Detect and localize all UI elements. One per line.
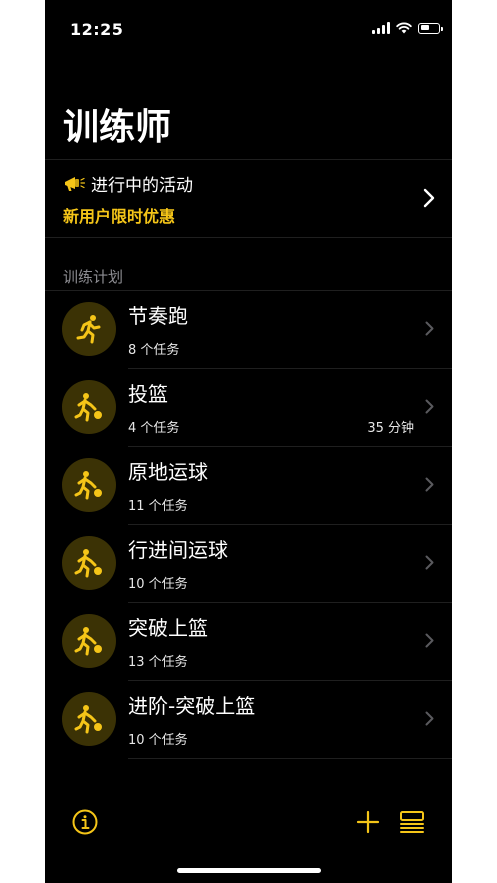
wifi-icon	[396, 22, 412, 34]
basketball-player-icon	[74, 627, 102, 656]
plan-name: 突破上篮	[128, 616, 208, 640]
row-divider	[128, 680, 452, 681]
megaphone-icon	[65, 176, 85, 191]
plan-avatar	[62, 458, 116, 512]
divider	[45, 237, 452, 238]
add-icon[interactable]	[356, 810, 380, 834]
status-time: 12:25	[70, 20, 124, 39]
plan-avatar	[62, 614, 116, 668]
row-divider	[45, 290, 452, 291]
plan-task-count: 10 个任务	[128, 733, 188, 748]
row-divider	[128, 524, 452, 525]
chevron-right-icon	[425, 321, 434, 336]
row-divider	[128, 602, 452, 603]
plan-row[interactable]: 突破上篮 13 个任务	[45, 602, 452, 680]
basketball-player-icon	[74, 549, 102, 578]
plan-row[interactable]: 行进间运球 10 个任务	[45, 524, 452, 602]
activity-title: 进行中的活动	[91, 176, 193, 196]
section-header: 训练计划	[63, 268, 124, 286]
status-bar: 12:25	[45, 0, 452, 60]
plan-task-count: 8 个任务	[128, 343, 180, 358]
runner-icon	[76, 315, 101, 344]
basketball-player-icon	[74, 471, 102, 500]
plan-avatar	[62, 692, 116, 746]
status-icons	[372, 22, 443, 34]
plan-avatar	[62, 302, 116, 356]
cellular-signal-icon	[372, 22, 390, 34]
battery-icon	[418, 22, 443, 34]
divider	[128, 758, 452, 759]
plan-name: 投篮	[128, 382, 168, 406]
activity-title-row: 进行中的活动	[63, 171, 193, 196]
activity-subtitle: 新用户限时优惠	[63, 207, 176, 226]
plan-name: 节奏跑	[128, 304, 188, 328]
list-icon[interactable]	[399, 809, 425, 835]
plan-row[interactable]: 投篮 4 个任务 35 分钟	[45, 368, 452, 446]
plan-avatar	[62, 536, 116, 590]
plan-duration: 35 分钟	[367, 421, 414, 436]
row-divider	[128, 446, 452, 447]
plan-name: 原地运球	[128, 460, 208, 484]
chevron-right-icon	[425, 711, 434, 726]
plan-avatar	[62, 380, 116, 434]
chevron-right-icon	[425, 555, 434, 570]
plan-row[interactable]: 进阶-突破上篮 10 个任务	[45, 680, 452, 758]
page-title: 训练师	[63, 107, 172, 148]
basketball-player-icon	[74, 393, 102, 422]
home-indicator	[177, 868, 321, 873]
chevron-right-icon	[425, 633, 434, 648]
activity-card[interactable]: 进行中的活动 新用户限时优惠	[45, 160, 452, 238]
plan-list: 节奏跑 8 个任务 投篮 4 个任务 35 分钟 原地运球 11 个任务 行进间…	[45, 290, 452, 758]
basketball-player-icon	[74, 705, 102, 734]
plan-task-count: 4 个任务	[128, 421, 180, 436]
plan-task-count: 10 个任务	[128, 577, 188, 592]
info-icon[interactable]	[72, 809, 98, 835]
plan-name: 行进间运球	[128, 538, 228, 562]
chevron-right-icon	[425, 399, 434, 414]
plan-row[interactable]: 原地运球 11 个任务	[45, 446, 452, 524]
plan-name: 进阶-突破上篮	[128, 694, 256, 718]
plan-row[interactable]: 节奏跑 8 个任务	[45, 290, 452, 368]
bottom-toolbar	[45, 800, 452, 844]
row-divider	[128, 368, 452, 369]
chevron-right-icon	[423, 188, 435, 208]
plan-task-count: 11 个任务	[128, 499, 188, 514]
app-screen: 12:25 训练师 进行中的活动 新用户限时优惠 训练计划 节奏跑 8 个任务 …	[45, 0, 452, 883]
plan-task-count: 13 个任务	[128, 655, 188, 670]
chevron-right-icon	[425, 477, 434, 492]
